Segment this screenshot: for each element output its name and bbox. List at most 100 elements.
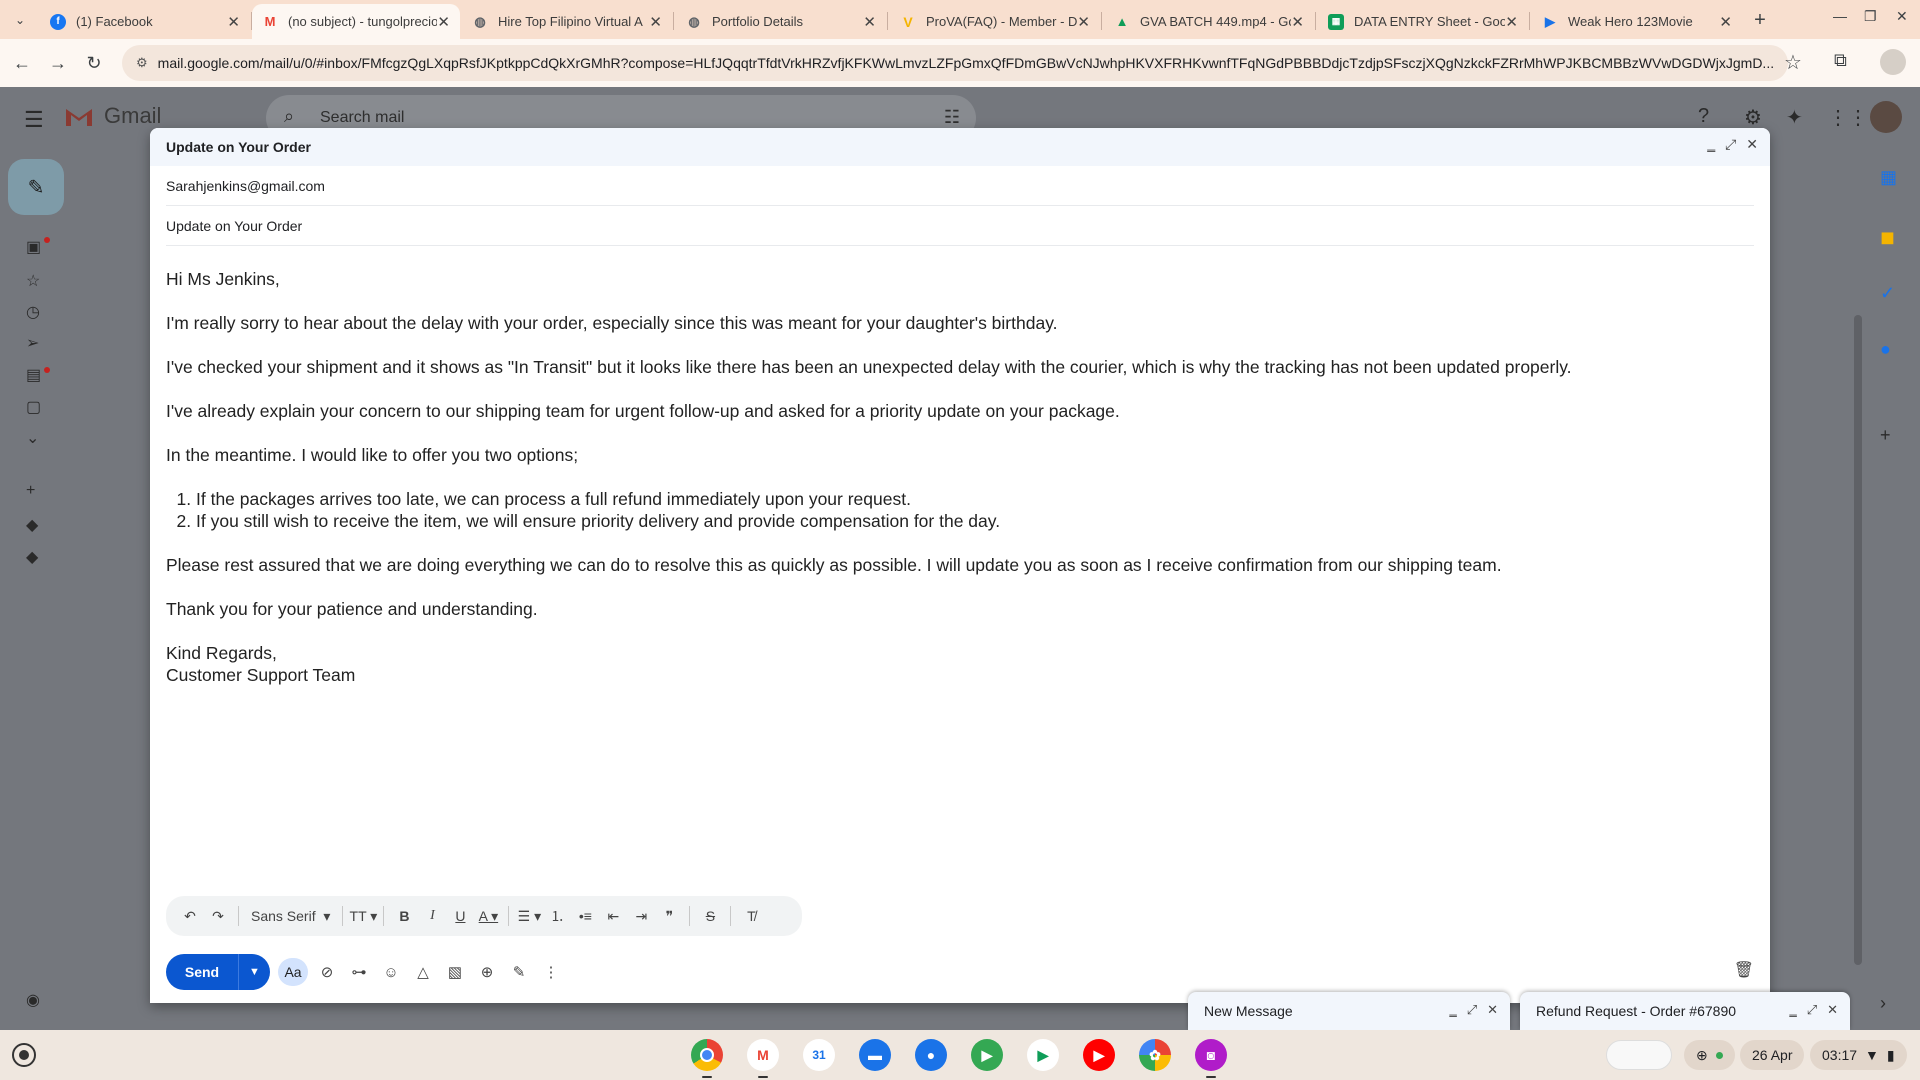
italic-icon[interactable]: I — [418, 902, 446, 930]
underline-icon[interactable]: U — [446, 902, 474, 930]
forward-arrow-icon[interactable]: → — [46, 51, 70, 75]
back-arrow-icon[interactable]: ← — [10, 51, 34, 75]
tab-close-icon[interactable]: ✕ — [863, 13, 876, 31]
tab-close-icon[interactable]: ✕ — [649, 13, 662, 31]
gmail-logo[interactable]: Gmail — [64, 103, 161, 129]
tab-close-icon[interactable]: ✕ — [1077, 13, 1090, 31]
send-button[interactable]: Send — [166, 954, 238, 990]
tab-portfolio[interactable]: ◍ Portfolio Details ✕ — [676, 4, 886, 39]
photos-app-icon[interactable]: ✿ — [1139, 1039, 1171, 1071]
new-tab-button[interactable]: + — [1746, 6, 1774, 34]
label-icon[interactable]: ◆ — [26, 515, 38, 535]
scrollbar[interactable] — [1854, 315, 1862, 965]
search-options-icon[interactable]: ☷ — [944, 107, 960, 128]
files-app-icon[interactable]: ▬ — [859, 1039, 891, 1071]
tab-drive-video[interactable]: ▲ GVA BATCH 449.mp4 - Go ✕ — [1104, 4, 1314, 39]
tab-close-icon[interactable]: ✕ — [1719, 13, 1732, 31]
schedule-send-chevron-icon[interactable]: ▼ — [238, 954, 270, 990]
drafts-icon[interactable]: ▤ — [26, 365, 41, 385]
bold-icon[interactable]: B — [390, 902, 418, 930]
extensions-icon[interactable]: ⧉ — [1834, 50, 1847, 71]
tab-facebook[interactable]: f (1) Facebook ✕ — [40, 4, 250, 39]
more-chevron-icon[interactable]: ⌄ — [26, 428, 39, 448]
redo-icon[interactable]: ↷ — [204, 902, 232, 930]
purchases-icon[interactable]: ▢ — [26, 397, 41, 417]
font-size-icon[interactable]: T​T ▾ — [349, 902, 378, 930]
date-pill[interactable]: 26 Apr — [1740, 1040, 1805, 1070]
calendar-side-icon[interactable]: ▦ — [1880, 167, 1897, 188]
phone-hub-icon[interactable] — [1606, 1040, 1672, 1070]
minimize-icon[interactable]: ‗ — [1450, 1002, 1457, 1018]
expand-icon[interactable]: ⤢ — [1725, 136, 1736, 153]
close-icon[interactable]: ✕ — [1827, 1002, 1838, 1018]
snoozed-icon[interactable]: ◷ — [26, 302, 40, 322]
align-icon[interactable]: ☰ ▾ — [515, 902, 543, 930]
signature-pen-icon[interactable]: ✎ — [506, 958, 532, 986]
strikethrough-icon[interactable]: S — [696, 902, 724, 930]
text-color-icon[interactable]: A ▾ — [474, 902, 502, 930]
indent-more-icon[interactable]: ⇥ — [627, 902, 655, 930]
label-icon[interactable]: ◆ — [26, 547, 38, 567]
compose-header[interactable]: Update on Your Order — [150, 128, 1770, 166]
tab-hire-filipino[interactable]: ◍ Hire Top Filipino Virtual A ✕ — [462, 4, 672, 39]
undo-icon[interactable]: ↶ — [176, 902, 204, 930]
quote-icon[interactable]: ❞ — [655, 902, 683, 930]
insert-photo-icon[interactable]: ▧ — [442, 958, 468, 986]
status-icon[interactable]: ◉ — [26, 990, 40, 1010]
calendar-app-icon[interactable]: 31 — [803, 1039, 835, 1071]
settings-gear-icon[interactable]: ⚙ — [1744, 105, 1762, 130]
close-icon[interactable]: ✕ — [1487, 1002, 1498, 1018]
bulleted-list-icon[interactable]: •≡ — [571, 902, 599, 930]
confidential-mode-icon[interactable]: ⊕ — [474, 958, 500, 986]
gmail-app-icon[interactable]: M — [747, 1039, 779, 1071]
maximize-window-icon[interactable]: ❐ — [1864, 8, 1877, 25]
tab-weak-hero[interactable]: ▶ Weak Hero 123Movie ✕ — [1532, 4, 1742, 39]
close-window-icon[interactable]: ✕ — [1896, 8, 1908, 25]
browser-profile-avatar[interactable] — [1880, 49, 1906, 75]
remove-formatting-icon[interactable]: T̸ — [737, 902, 765, 930]
expand-icon[interactable]: ⤢ — [1467, 1002, 1477, 1018]
play-store-app-icon[interactable]: ▶ — [1027, 1039, 1059, 1071]
subject-field[interactable]: Update on Your Order — [166, 206, 1754, 246]
minimized-draft-new-message[interactable]: New Message ‗ ⤢ ✕ — [1188, 992, 1510, 1030]
main-menu-icon[interactable]: ☰ — [24, 107, 44, 133]
tab-close-icon[interactable]: ✕ — [1505, 13, 1518, 31]
numbered-list-icon[interactable]: ⒈ — [543, 902, 571, 930]
tab-data-entry-sheet[interactable]: ▦ DATA ENTRY Sheet - Goog ✕ — [1318, 4, 1528, 39]
minimize-window-icon[interactable]: — — [1833, 8, 1847, 24]
contacts-side-icon[interactable]: ● — [1880, 339, 1891, 360]
font-select[interactable]: Sans Serif ▾ — [245, 902, 336, 930]
add-label-icon[interactable]: + — [26, 482, 35, 500]
emoji-icon[interactable]: ☺ — [378, 958, 404, 986]
screen-recorder-app-icon[interactable]: ◙ — [1195, 1039, 1227, 1071]
minimize-icon[interactable]: ‗ — [1707, 136, 1715, 153]
tasks-side-icon[interactable]: ✓ — [1880, 283, 1895, 304]
drive-icon[interactable]: △ — [410, 958, 436, 986]
keep-side-icon[interactable]: ◼ — [1880, 227, 1895, 248]
tab-close-icon[interactable]: ✕ — [437, 13, 450, 31]
collapse-panel-icon[interactable]: › — [1880, 993, 1886, 1014]
chrome-app-icon[interactable] — [691, 1039, 723, 1071]
formatting-options-button[interactable]: Aa — [278, 958, 308, 986]
indent-less-icon[interactable]: ⇤ — [599, 902, 627, 930]
minimized-draft-refund-request[interactable]: Refund Request - Order #67890 ‗ ⤢ ✕ — [1520, 992, 1850, 1030]
tab-search-icon[interactable]: ⌄ — [8, 8, 32, 32]
launcher-icon[interactable] — [12, 1043, 36, 1067]
tray-status-pill[interactable]: ⊕ — [1684, 1040, 1735, 1070]
account-avatar[interactable] — [1870, 101, 1902, 133]
expand-icon[interactable]: ⤢ — [1807, 1002, 1817, 1018]
gemini-sparkle-icon[interactable]: ✦ — [1786, 105, 1803, 130]
time-pill[interactable]: 03:17 ▼ ▮ — [1810, 1040, 1907, 1070]
tab-prova[interactable]: V ProVA(FAQ) - Member - Da ✕ — [890, 4, 1100, 39]
search-icon[interactable]: ⌕ — [284, 106, 294, 127]
youtube-app-icon[interactable]: ▶ — [1083, 1039, 1115, 1071]
apps-grid-icon[interactable]: ⋮⋮ — [1828, 105, 1868, 130]
close-icon[interactable]: ✕ — [1746, 136, 1758, 153]
discard-draft-trash-icon[interactable]: 🗑 — [1734, 960, 1754, 980]
message-body[interactable]: Hi Ms Jenkins, I'm really sorry to hear … — [150, 246, 1770, 686]
tab-close-icon[interactable]: ✕ — [1291, 13, 1304, 31]
help-icon[interactable]: ? — [1698, 105, 1709, 128]
insert-link-icon[interactable]: ⊶ — [346, 958, 372, 986]
meet-app-icon[interactable]: ▶ — [971, 1039, 1003, 1071]
minimize-icon[interactable]: ‗ — [1790, 1002, 1797, 1018]
